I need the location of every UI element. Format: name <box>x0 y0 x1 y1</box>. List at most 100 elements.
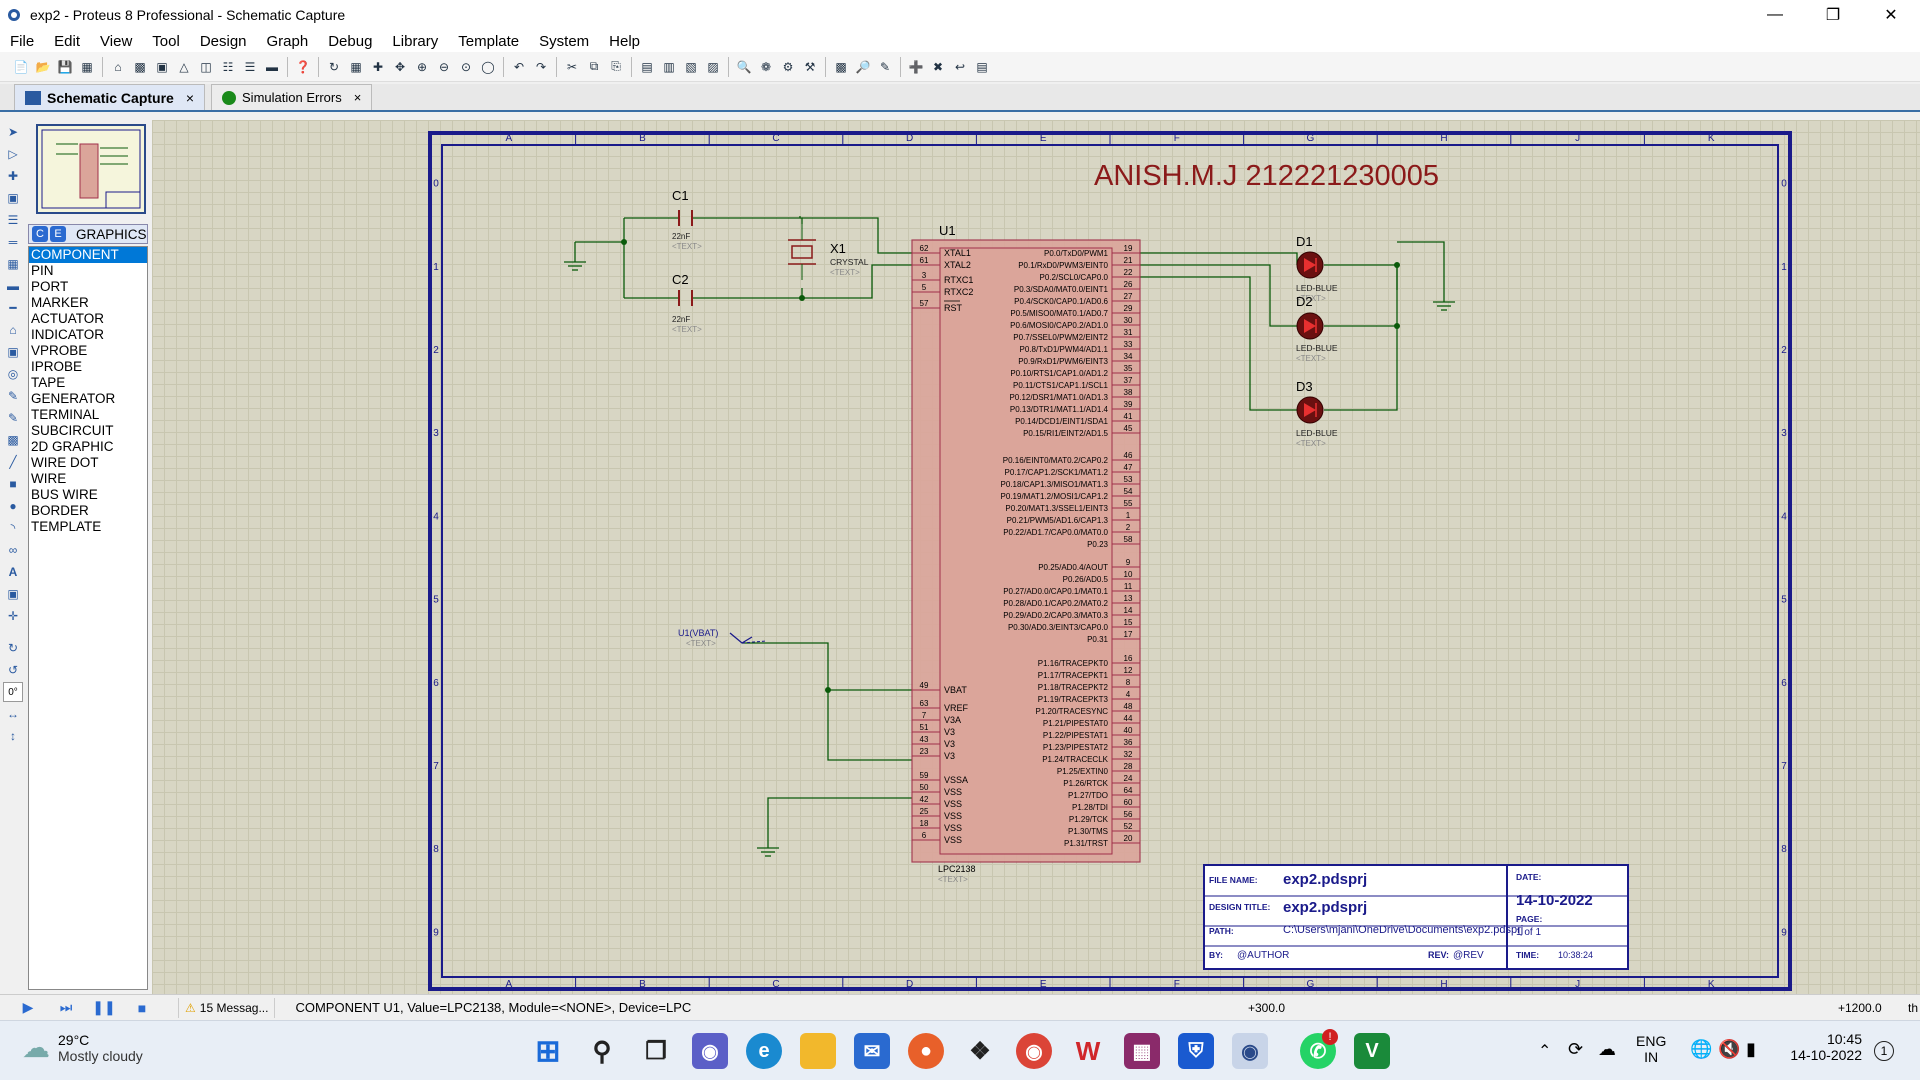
copy-icon[interactable]: ⧉ <box>584 57 604 77</box>
minimize-button[interactable]: — <box>1746 0 1804 30</box>
menu-edit[interactable]: Edit <box>44 33 90 50</box>
list-item[interactable]: 2D GRAPHIC <box>29 439 147 455</box>
list-item[interactable]: WIRE <box>29 471 147 487</box>
tab-simulation-errors[interactable]: Simulation Errors × <box>211 84 373 110</box>
undo-icon[interactable]: ↶ <box>509 57 529 77</box>
save-icon[interactable]: 💾 <box>55 57 75 77</box>
virtual-instruments-icon[interactable]: ▩ <box>3 430 23 450</box>
grid-icon[interactable]: ▦ <box>346 57 366 77</box>
menu-debug[interactable]: Debug <box>318 33 382 50</box>
list-item[interactable]: TAPE <box>29 375 147 391</box>
zoom-all-icon[interactable]: ⊙ <box>456 57 476 77</box>
crystal-x1[interactable]: X1 CRYSTAL <TEXT> <box>788 224 869 280</box>
zoom-area-icon[interactable]: ◯ <box>478 57 498 77</box>
list-item[interactable]: SUBCIRCUIT <box>29 423 147 439</box>
paste-icon[interactable]: ⎘ <box>606 57 626 77</box>
buses-icon[interactable]: ═ <box>3 232 23 252</box>
weather-widget[interactable]: ☁ 29°C Mostly cloudy <box>22 1031 143 1064</box>
make-device-icon[interactable]: ❁ <box>756 57 776 77</box>
notification-count[interactable]: 1 <box>1874 1041 1894 1061</box>
chrome-icon[interactable]: ◉ <box>1016 1033 1052 1069</box>
menu-help[interactable]: Help <box>599 33 650 50</box>
rotate-ccw-icon[interactable]: ↺ <box>3 660 23 680</box>
redo-icon[interactable]: ↷ <box>531 57 551 77</box>
stop-button[interactable]: ■ <box>128 998 156 1018</box>
circle-icon[interactable]: ● <box>3 496 23 516</box>
close-window-button[interactable]: ✕ <box>1862 0 1920 30</box>
tray-chevron-icon[interactable]: ⌃ <box>1538 1041 1551 1061</box>
search-icon[interactable]: ⚲ <box>584 1033 620 1069</box>
3d-icon[interactable]: △ <box>174 57 194 77</box>
pick-device-icon[interactable]: 🔍 <box>734 57 754 77</box>
led-d3[interactable]: D3 LED-BLUE <TEXT> <box>1296 379 1338 448</box>
selection-mode-icon[interactable]: ➤ <box>3 122 23 142</box>
list-item[interactable]: BUS WIRE <box>29 487 147 503</box>
capacitor-c1[interactable]: C1 22nF <TEXT> <box>672 188 702 251</box>
junction-dot-icon[interactable]: ✚ <box>3 166 23 186</box>
messages-warning[interactable]: ⚠ 15 Messag... <box>178 997 276 1018</box>
winrar-icon[interactable]: ▦ <box>1124 1033 1160 1069</box>
search-tag-icon[interactable]: 🔎 <box>853 57 873 77</box>
restore-button[interactable]: ❐ <box>1804 0 1862 30</box>
block-copy-icon[interactable]: ▤ <box>637 57 657 77</box>
source-code-icon[interactable]: ▬ <box>262 57 282 77</box>
line-icon[interactable]: ╱ <box>3 452 23 472</box>
dropbox-icon[interactable]: ❖ <box>962 1033 998 1069</box>
text-script-icon[interactable]: ☰ <box>3 210 23 230</box>
edit-devices-button[interactable]: E <box>50 226 66 242</box>
block-delete-icon[interactable]: ▨ <box>703 57 723 77</box>
led-d2[interactable]: D2 LED-BLUE <TEXT> <box>1296 294 1338 363</box>
exit-to-parent-icon[interactable]: ↩ <box>950 57 970 77</box>
step-button[interactable]: ⏭ <box>52 998 80 1018</box>
menu-tool[interactable]: Tool <box>142 33 190 50</box>
task-view-icon[interactable]: ❐ <box>638 1033 674 1069</box>
proteus-taskbar-icon[interactable]: ◉ <box>1232 1033 1268 1069</box>
microcontroller-u1[interactable]: U1 LPC2138 <TEXT> 62 XTAL161 XTAL23 RTXC15 R… <box>911 223 1141 884</box>
graph-icon[interactable]: ⌂ <box>3 320 23 340</box>
mirror-vertical-icon[interactable]: ↕ <box>3 726 23 746</box>
clock[interactable]: 10:45 14-10-2022 <box>1786 1031 1862 1063</box>
list-item[interactable]: WIRE DOT <box>29 455 147 471</box>
list-item[interactable]: MARKER <box>29 295 147 311</box>
led-d1[interactable]: D1 LED-BLUE <TEXT> <box>1296 234 1338 303</box>
netlist-icon[interactable]: ▤ <box>972 57 992 77</box>
pan-icon[interactable]: ✥ <box>390 57 410 77</box>
home-icon[interactable]: ⌂ <box>108 57 128 77</box>
mail-icon[interactable]: ✉ <box>854 1033 890 1069</box>
zoom-out-icon[interactable]: ⊖ <box>434 57 454 77</box>
voltage-probe-icon[interactable]: ✎ <box>3 386 23 406</box>
close-tab-icon[interactable]: × <box>354 90 362 105</box>
box-icon[interactable]: ■ <box>3 474 23 494</box>
vs-icon[interactable]: V <box>1354 1033 1390 1069</box>
remove-sheet-icon[interactable]: ✖ <box>928 57 948 77</box>
text-icon[interactable]: A <box>3 562 23 582</box>
origin-icon[interactable]: ✚ <box>368 57 388 77</box>
refresh-icon[interactable]: ↻ <box>324 57 344 77</box>
zoom-in-icon[interactable]: ⊕ <box>412 57 432 77</box>
wire-label-icon[interactable]: ▣ <box>3 188 23 208</box>
subcircuit-icon[interactable]: ▦ <box>3 254 23 274</box>
language-indicator[interactable]: ENG IN <box>1636 1033 1666 1065</box>
device-pins-icon[interactable]: ━ <box>3 298 23 318</box>
schematic-canvas[interactable]: AABBCCDDEEFFGGHHJJKK00112233445566778899… <box>152 120 1920 994</box>
menu-file[interactable]: File <box>0 33 44 50</box>
list-item[interactable]: COMPONENT <box>29 247 147 263</box>
list-item[interactable]: TEMPLATE <box>29 519 147 535</box>
new-sheet-icon[interactable]: ➕ <box>906 57 926 77</box>
design-explorer-icon[interactable]: ☷ <box>218 57 238 77</box>
pick-devices-button[interactable]: C <box>32 226 48 242</box>
menu-system[interactable]: System <box>529 33 599 50</box>
play-button[interactable]: ▶ <box>14 998 42 1018</box>
file-explorer-icon[interactable] <box>800 1033 836 1069</box>
list-item[interactable]: VPROBE <box>29 343 147 359</box>
list-item[interactable]: IPROBE <box>29 359 147 375</box>
tape-recorder-icon[interactable]: ▣ <box>3 342 23 362</box>
menu-graph[interactable]: Graph <box>257 33 319 50</box>
list-item[interactable]: PIN <box>29 263 147 279</box>
list-item[interactable]: ACTUATOR <box>29 311 147 327</box>
help-icon[interactable]: ❓ <box>293 57 313 77</box>
wps-office-icon[interactable]: W <box>1070 1033 1106 1069</box>
menu-library[interactable]: Library <box>382 33 448 50</box>
list-item[interactable]: GENERATOR <box>29 391 147 407</box>
list-item[interactable]: PORT <box>29 279 147 295</box>
